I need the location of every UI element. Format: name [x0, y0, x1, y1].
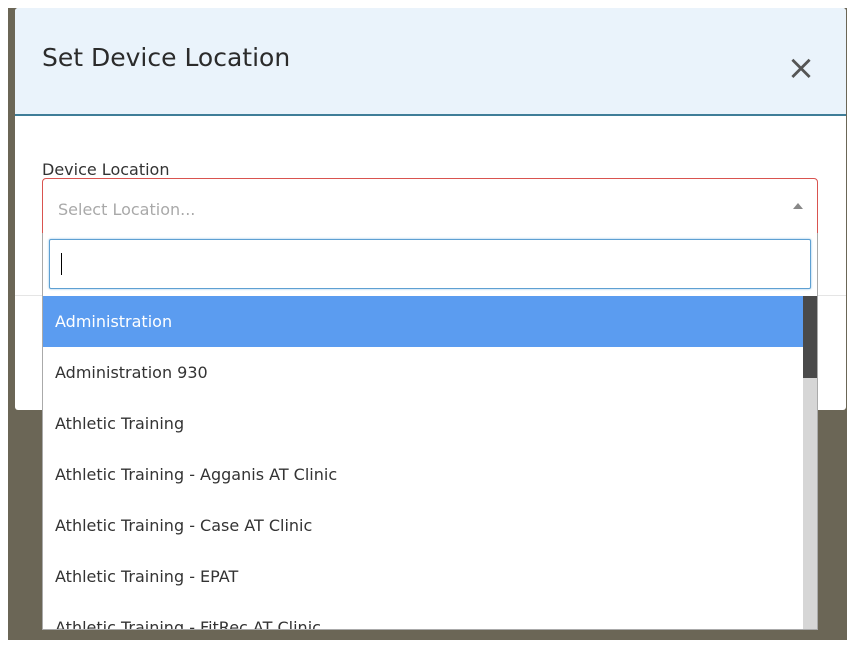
location-option[interactable]: Administration — [43, 296, 803, 347]
location-option[interactable]: Administration 930 — [43, 347, 803, 398]
location-option[interactable]: Athletic Training - FitRec AT Clinic — [43, 602, 803, 629]
text-cursor — [61, 253, 62, 275]
dropdown-search — [43, 233, 817, 295]
location-option[interactable]: Athletic Training - Case AT Clinic — [43, 500, 803, 551]
device-location-select[interactable]: Select Location... — [42, 178, 818, 234]
location-search-input[interactable] — [49, 239, 811, 289]
device-location-label: Device Location — [42, 160, 170, 179]
scrollbar-thumb[interactable] — [803, 296, 817, 378]
close-icon[interactable]: × — [785, 51, 817, 86]
location-options-list: Administration Administration 930 Athletic… — [43, 296, 803, 629]
dropdown-scrollbar[interactable] — [803, 296, 817, 629]
modal-title: Set Device Location — [42, 43, 291, 72]
modal-header: Set Device Location × — [15, 8, 846, 116]
location-option[interactable]: Athletic Training — [43, 398, 803, 449]
caret-up-icon — [793, 203, 803, 209]
location-option[interactable]: Athletic Training - EPAT — [43, 551, 803, 602]
select-placeholder: Select Location... — [58, 200, 196, 219]
location-option[interactable]: Athletic Training - Agganis AT Clinic — [43, 449, 803, 500]
location-dropdown: Administration Administration 930 Athletic… — [42, 233, 818, 630]
